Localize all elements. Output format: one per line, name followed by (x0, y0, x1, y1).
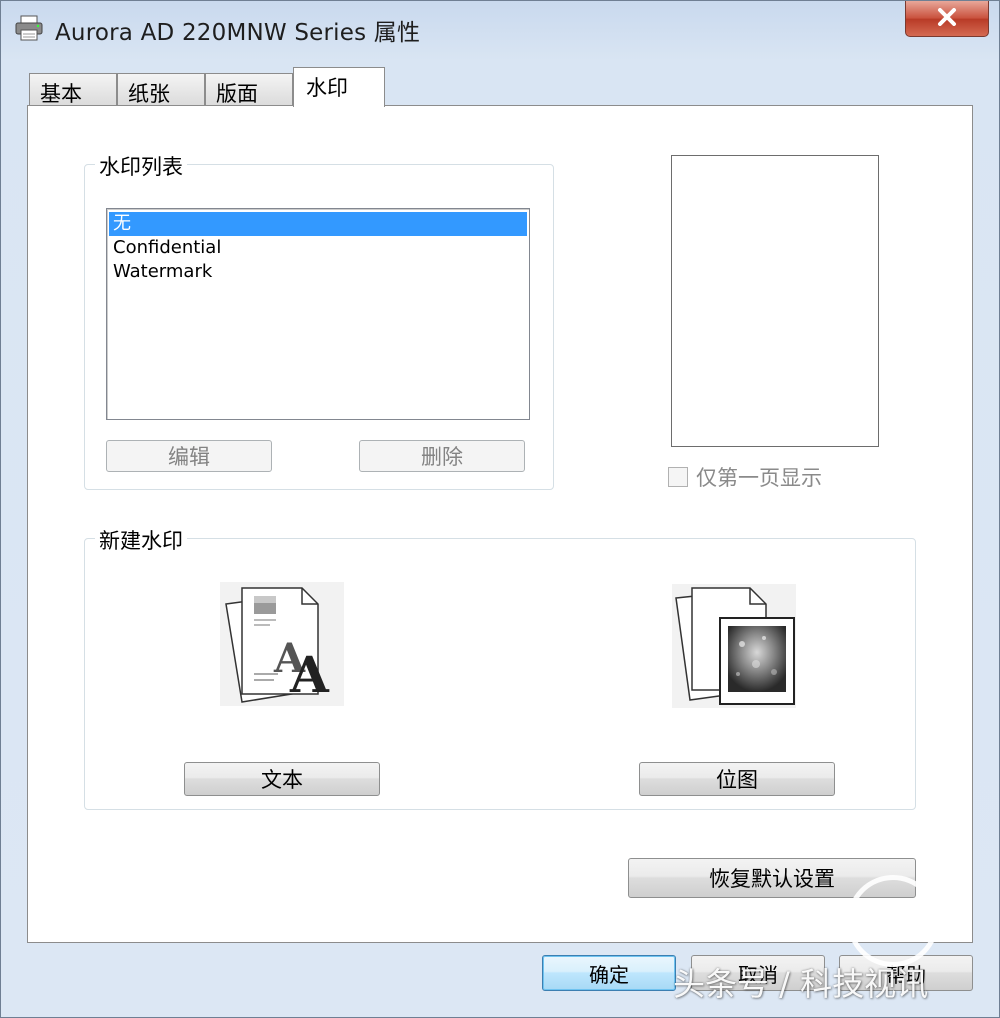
ok-button[interactable]: 确定 (542, 955, 676, 991)
tab-label: 水印 (306, 76, 348, 100)
bitmap-watermark-icon (672, 584, 796, 708)
close-icon (937, 7, 957, 30)
button-label: 位图 (716, 768, 758, 792)
tab-layout[interactable]: 版面 (205, 73, 293, 107)
button-label: 确定 (589, 962, 629, 987)
printer-icon (15, 15, 43, 41)
tab-label: 纸张 (128, 82, 170, 106)
properties-dialog: Aurora AD 220MNW Series 属性 基本 纸张 版面 水印 水… (0, 0, 1000, 1018)
list-item[interactable]: Watermark (109, 260, 527, 284)
bitmap-watermark-button[interactable]: 位图 (639, 762, 835, 796)
tab-panel-watermark: 水印列表 无 Confidential Watermark 编辑 删除 仅第一页… (27, 105, 973, 943)
watermark-preview (671, 155, 879, 447)
svg-text:A: A (289, 645, 330, 704)
button-label: 删除 (421, 445, 463, 469)
list-item[interactable]: Confidential (109, 236, 527, 260)
delete-button[interactable]: 删除 (359, 440, 525, 472)
first-page-only-checkbox-row[interactable]: 仅第一页显示 (668, 464, 822, 490)
window-title: Aurora AD 220MNW Series 属性 (55, 20, 421, 46)
close-button[interactable] (905, 1, 989, 37)
title-bar[interactable]: Aurora AD 220MNW Series 属性 (1, 1, 1000, 57)
source-watermark-logo (847, 875, 939, 967)
tab-watermark[interactable]: 水印 (293, 67, 385, 107)
button-label: 文本 (261, 768, 303, 792)
text-watermark-icon: A A (220, 582, 344, 706)
button-label: 恢复默认设置 (709, 867, 835, 891)
text-watermark-button[interactable]: 文本 (184, 762, 380, 796)
tab-label: 基本 (40, 82, 82, 106)
button-label: 编辑 (168, 445, 210, 469)
tab-basic[interactable]: 基本 (29, 73, 117, 107)
tab-label: 版面 (216, 82, 258, 106)
list-item[interactable]: 无 (109, 212, 527, 236)
edit-button[interactable]: 编辑 (106, 440, 272, 472)
source-watermark-text: 头条号 / 科技视讯 (673, 965, 929, 1003)
group-title: 新建水印 (95, 525, 187, 555)
group-title: 水印列表 (95, 151, 187, 181)
tab-paper[interactable]: 纸张 (117, 73, 205, 107)
first-page-only-checkbox[interactable] (668, 467, 688, 487)
watermark-listbox[interactable]: 无 Confidential Watermark (106, 208, 530, 420)
checkbox-label: 仅第一页显示 (696, 466, 822, 490)
